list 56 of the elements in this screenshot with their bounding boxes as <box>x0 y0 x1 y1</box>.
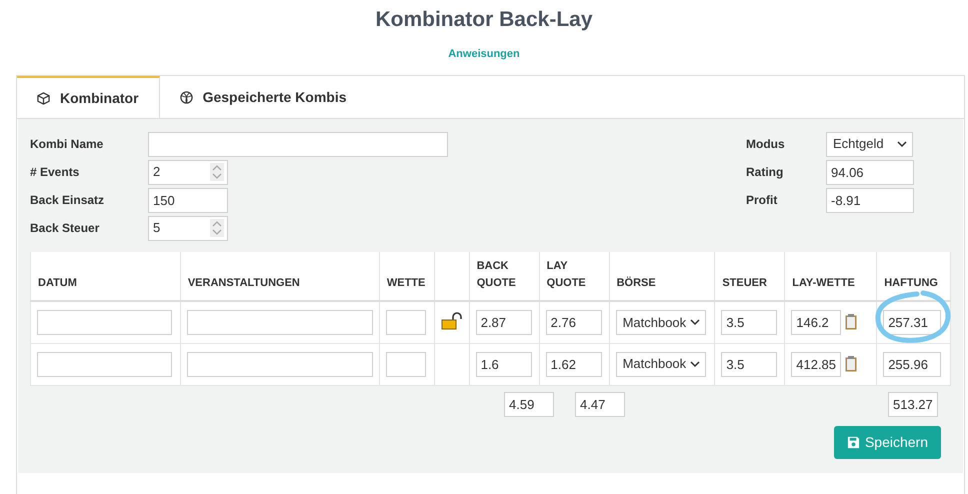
dropdown[interactable]: Matchbook <box>616 310 706 335</box>
padlock-icon[interactable] <box>440 312 463 330</box>
input-field[interactable]: 4.47 <box>575 392 625 416</box>
input-field[interactable]: 1.6 <box>476 352 532 376</box>
number-field[interactable]: 2 <box>148 160 228 184</box>
column-header: DATUM <box>38 276 77 291</box>
number-field[interactable]: 5 <box>148 216 228 240</box>
input-field[interactable]: -8.91 <box>826 188 914 212</box>
chevron-down-icon <box>690 318 700 326</box>
input-field[interactable]: 150 <box>148 188 228 212</box>
input-field[interactable]: 3.5 <box>721 310 778 335</box>
page-title: Kombinator Back-Lay <box>375 7 593 33</box>
column-header: BACK QUOTE <box>476 259 517 291</box>
column-header: LAY QUOTE <box>546 259 587 291</box>
spinner-arrows-icon[interactable] <box>210 219 224 237</box>
field-label: Rating <box>746 164 784 181</box>
input-field[interactable]: 513.27 <box>888 392 938 416</box>
column-header: WETTE <box>386 276 426 291</box>
column-header: BÖRSE <box>616 276 656 291</box>
column-header: VERANSTALTUNGEN <box>188 276 300 291</box>
tab[interactable]: Kombinator <box>17 76 160 118</box>
chevron-down-icon <box>690 360 700 368</box>
input-field[interactable] <box>186 352 373 376</box>
field-label: Profit <box>746 192 778 209</box>
input-field[interactable]: 412.85 <box>791 352 842 376</box>
input-field[interactable]: 3.5 <box>721 352 778 376</box>
input-field[interactable]: 2.76 <box>546 310 602 335</box>
clipboard-icon[interactable] <box>845 356 858 372</box>
clipboard-icon[interactable] <box>845 314 858 330</box>
dropdown[interactable]: Echtgeld <box>826 132 913 156</box>
column-header: STEUER <box>722 276 767 291</box>
dropdown[interactable]: Matchbook <box>616 352 706 376</box>
field-label: Back Steuer <box>30 220 100 237</box>
input-field[interactable]: 4.59 <box>504 392 554 416</box>
spinner-arrows-icon[interactable] <box>210 163 224 181</box>
ball-icon <box>180 90 193 104</box>
input-field[interactable] <box>386 310 426 335</box>
input-field[interactable] <box>148 132 448 156</box>
field-label: Kombi Name <box>30 136 104 153</box>
column-header: LAY-WETTE <box>792 276 855 291</box>
input-field[interactable]: 255.96 <box>883 352 942 376</box>
input-field[interactable]: 1.62 <box>546 352 602 376</box>
field-label: Back Einsatz <box>30 192 106 209</box>
column-header: HAFTUNG <box>884 276 938 291</box>
cube-icon <box>37 92 50 104</box>
input-field[interactable] <box>186 310 373 335</box>
field-label: # Events <box>30 164 80 181</box>
input-field[interactable] <box>386 352 426 376</box>
input-field[interactable] <box>37 310 172 335</box>
input-field[interactable]: 94.06 <box>826 160 914 184</box>
chevron-down-icon <box>897 140 907 148</box>
input-field[interactable]: 2.87 <box>476 310 532 335</box>
input-field[interactable] <box>37 352 172 376</box>
input-field[interactable]: 257.31 <box>883 310 942 335</box>
field-label: Modus <box>746 136 786 153</box>
input-field[interactable]: 146.2 <box>791 310 842 335</box>
